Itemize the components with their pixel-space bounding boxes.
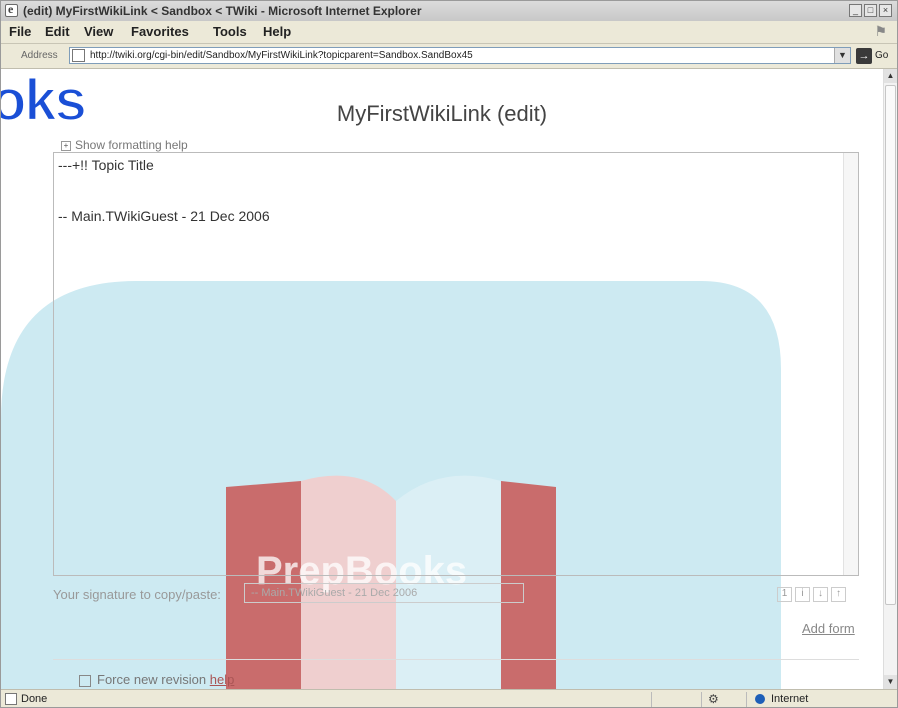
status-divider (746, 692, 747, 707)
expand-icon: + (61, 140, 71, 151)
ie-icon (5, 2, 18, 17)
menu-bar: File Edit View Favorites Tools Help ⚑ (1, 21, 897, 44)
window-title: (edit) MyFirstWikiLink < Sandbox < TWiki… (23, 4, 422, 18)
menu-help[interactable]: Help (263, 24, 291, 39)
address-url: http://twiki.org/cgi-bin/edit/Sandbox/My… (90, 50, 473, 61)
address-bar: Address http://twiki.org/cgi-bin/edit/Sa… (1, 44, 897, 69)
close-button[interactable]: × (879, 4, 892, 17)
status-page-icon (5, 693, 17, 705)
title-bar: (edit) MyFirstWikiLink < Sandbox < TWiki… (1, 1, 897, 22)
resize-icon-1[interactable]: 1 (777, 587, 792, 602)
menu-tools[interactable]: Tools (213, 24, 247, 39)
minimize-button[interactable]: _ (849, 4, 862, 17)
internet-zone-icon (755, 694, 765, 704)
address-dropdown-icon[interactable]: ▼ (834, 48, 850, 63)
formatting-help-toggle[interactable]: + Show formatting help (61, 138, 188, 152)
windows-logo-icon: ⚑ (874, 23, 887, 39)
go-arrow-icon[interactable]: → (856, 48, 872, 64)
security-icon: ⚙ (708, 692, 719, 706)
zone-label: Internet (771, 693, 809, 705)
editor-size-controls: 1 i ↓ ↑ (777, 585, 849, 602)
signature-field[interactable]: -- Main.TWikiGuest - 21 Dec 2006 (244, 583, 524, 603)
page-title: MyFirstWikiLink (edit) (336, 101, 548, 126)
page-icon (72, 49, 85, 62)
force-revision-checkbox[interactable] (79, 674, 91, 687)
force-revision-help-link[interactable]: help (210, 672, 235, 687)
formatting-help-label: Show formatting help (75, 138, 188, 152)
page-content: oks PrepBooks MyFirstWikiLink (edit) +Sh… (1, 69, 883, 689)
resize-icon-2[interactable]: i (795, 587, 810, 602)
browser-window: (edit) MyFirstWikiLink < Sandbox < TWiki… (0, 0, 898, 708)
editor-scrollbar[interactable] (843, 153, 858, 575)
menu-edit[interactable]: Edit (45, 24, 70, 39)
page-scrollbar[interactable]: ▲ ▼ (883, 69, 897, 689)
editor-line-signature: -- Main.TWikiGuest - 21 Dec 2006 (58, 208, 270, 224)
shrink-icon[interactable]: ↑ (831, 587, 846, 602)
add-form-link[interactable]: Add form (802, 621, 855, 636)
go-button[interactable]: Go (875, 50, 888, 61)
signature-label: Your signature to copy/paste: (53, 587, 221, 602)
editor-line-title: ---+!! Topic Title (58, 157, 154, 173)
force-revision-label: Force new revision (97, 672, 207, 687)
address-input[interactable]: http://twiki.org/cgi-bin/edit/Sandbox/My… (69, 47, 851, 64)
topic-text-editor[interactable]: ---+!! Topic Title -- Main.TWikiGuest - … (53, 152, 859, 576)
force-revision-row: Force new revision help (79, 672, 234, 687)
status-divider (651, 692, 652, 707)
scroll-thumb[interactable] (885, 85, 896, 605)
enlarge-icon[interactable]: ↓ (813, 587, 828, 602)
status-text: Done (21, 693, 48, 705)
status-divider (701, 692, 702, 707)
address-label: Address (21, 50, 58, 61)
divider (53, 659, 859, 660)
menu-favorites[interactable]: Favorites (131, 24, 189, 39)
scroll-down-icon[interactable]: ▼ (884, 675, 897, 689)
scroll-up-icon[interactable]: ▲ (884, 69, 897, 83)
menu-view[interactable]: View (84, 24, 113, 39)
status-bar: Done ⚙ Internet (1, 689, 897, 707)
menu-file[interactable]: File (9, 24, 31, 39)
maximize-button[interactable]: □ (864, 4, 877, 17)
